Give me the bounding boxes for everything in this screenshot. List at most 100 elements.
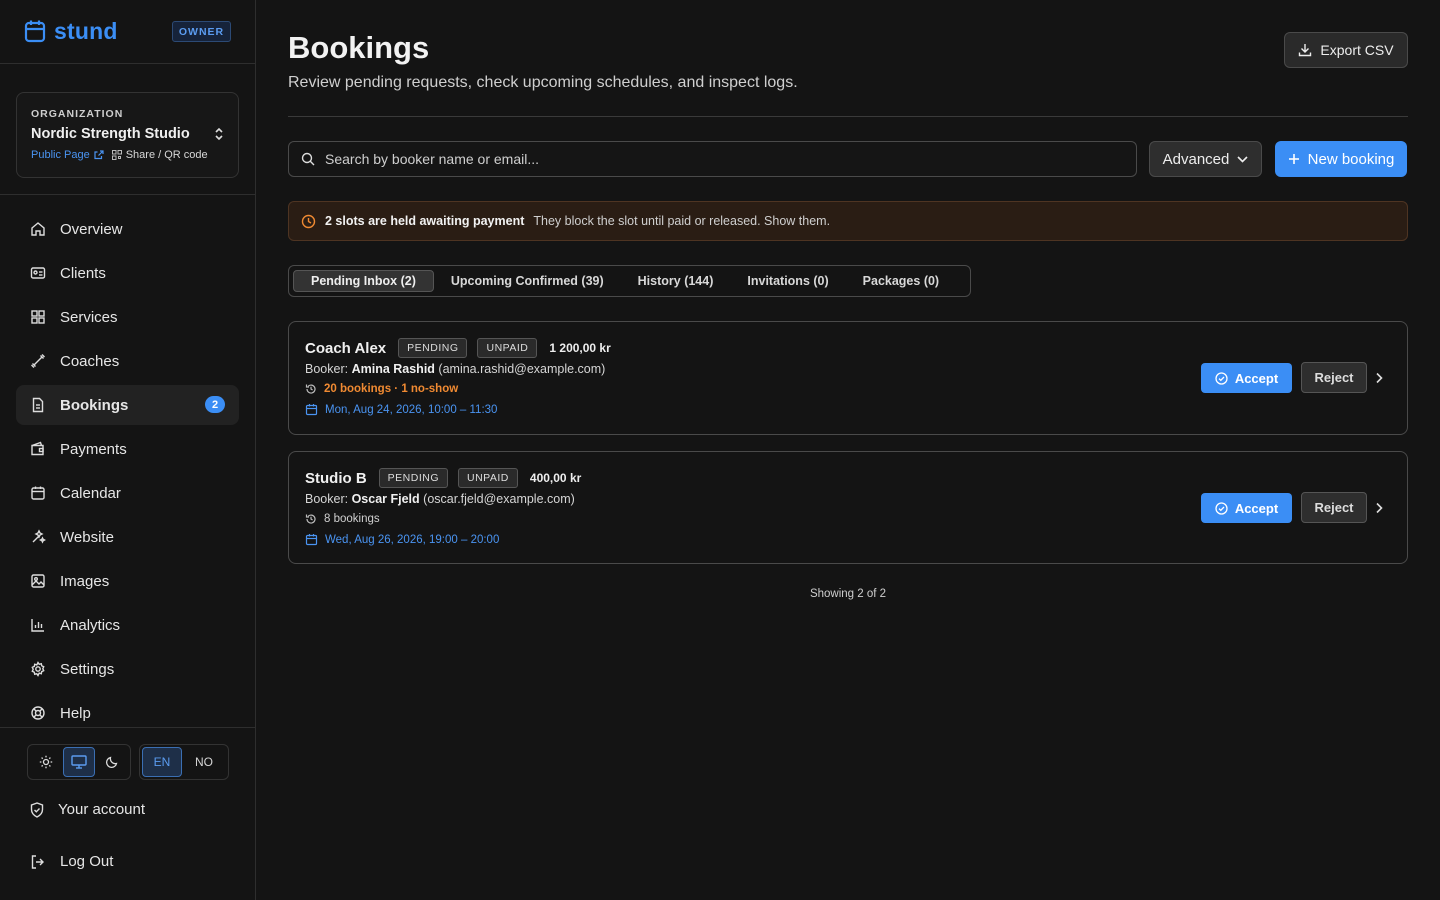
advanced-filter-button[interactable]: Advanced — [1149, 141, 1262, 177]
sidebar-item-bookings[interactable]: Bookings 2 — [16, 385, 239, 425]
booking-title: Studio B — [305, 469, 367, 487]
pagination-summary: Showing 2 of 2 — [809, 588, 887, 600]
sidebar-item-label: Calendar — [60, 484, 121, 502]
payment-hold-alert[interactable]: 2 slots are held awaiting payment They b… — [288, 201, 1408, 241]
tab-history[interactable]: History (144) — [621, 270, 731, 292]
booking-title: Coach Alex — [305, 339, 387, 357]
sparkles-icon — [30, 529, 46, 545]
download-icon — [1298, 43, 1312, 57]
grid-icon — [30, 309, 46, 325]
booker-line: Booker: Amina Rashid (amina.rashid@examp… — [305, 362, 605, 376]
sidebar-item-services[interactable]: Services — [16, 297, 239, 337]
clock-icon — [301, 214, 316, 229]
calendar-icon — [30, 485, 46, 501]
sidebar-item-label: Bookings — [60, 396, 129, 414]
divider — [0, 63, 255, 64]
organization-switcher[interactable]: ORGANIZATION Nordic Strength Studio Publ… — [16, 92, 239, 178]
sidebar-item-label: Payments — [60, 440, 127, 458]
tab-invitations[interactable]: Invitations (0) — [730, 270, 845, 292]
booker-email: (oscar.fjeld@example.com) — [423, 492, 575, 506]
document-icon — [30, 397, 46, 413]
chevron-up-down-icon[interactable] — [214, 127, 224, 141]
accept-button[interactable]: Accept — [1201, 493, 1292, 523]
sidebar-item-settings[interactable]: Settings — [16, 649, 239, 689]
alert-message: They block the slot until paid or releas… — [533, 214, 831, 228]
accept-label: Accept — [1234, 500, 1279, 516]
search-input[interactable] — [325, 151, 1105, 167]
booking-price: 1 200,00 kr — [549, 341, 611, 355]
booker-line: Booker: Oscar Fjeld (oscar.fjeld@example… — [305, 492, 575, 506]
chevron-right-icon[interactable] — [1375, 502, 1383, 514]
logout-icon — [30, 854, 46, 870]
booker-prefix: Booker: — [305, 362, 349, 376]
sidebar-nav: Overview Clients Services Coaches Bookin… — [16, 209, 239, 737]
calendar-icon — [305, 533, 318, 546]
new-booking-button[interactable]: New booking — [1275, 141, 1407, 177]
account-label: Your account — [58, 801, 146, 818]
plus-icon — [1288, 153, 1300, 165]
check-circle-icon — [1215, 371, 1228, 385]
advanced-label: Advanced — [1162, 150, 1230, 168]
sidebar-item-images[interactable]: Images — [16, 561, 239, 601]
sidebar-item-label: Settings — [60, 660, 115, 678]
home-icon — [30, 221, 46, 237]
search-field — [288, 141, 1137, 177]
calendar-logo-icon — [24, 19, 46, 43]
payment-badge: UNPAID — [477, 338, 538, 358]
sidebar-item-label: Overview — [60, 220, 123, 238]
brand-logo[interactable]: stund — [24, 16, 118, 46]
status-badge: PENDING — [378, 468, 448, 488]
booker-stats: 8 bookings — [305, 513, 380, 525]
history-icon — [305, 513, 317, 525]
logout-label: Log Out — [60, 853, 114, 870]
theme-switcher — [27, 744, 131, 780]
tab-pending-inbox[interactable]: Pending Inbox (2) — [293, 270, 434, 292]
reject-button[interactable]: Reject — [1301, 362, 1367, 393]
booking-card[interactable]: Studio B PENDING UNPAID 400,00 kr Booker… — [288, 451, 1408, 564]
booker-stats-text: 20 bookings · 1 no-show — [324, 383, 459, 395]
divider — [0, 194, 255, 195]
sidebar-item-payments[interactable]: Payments — [16, 429, 239, 469]
booking-price: 400,00 kr — [529, 471, 582, 485]
lifebuoy-icon — [30, 705, 46, 721]
sidebar-item-label: Coaches — [60, 352, 120, 370]
divider — [288, 116, 1408, 117]
theme-light-button[interactable] — [30, 747, 61, 777]
booking-tabs: Pending Inbox (2) Upcoming Confirmed (39… — [288, 265, 971, 297]
theme-dark-button[interactable] — [97, 747, 128, 777]
alert-title: 2 slots are held awaiting payment — [325, 214, 525, 228]
sidebar-item-clients[interactable]: Clients — [16, 253, 239, 293]
sidebar: stund OWNER ORGANIZATION Nordic Strength… — [0, 0, 256, 900]
export-csv-button[interactable]: Export CSV — [1284, 32, 1408, 68]
sidebar-item-calendar[interactable]: Calendar — [16, 473, 239, 513]
language-en-button[interactable]: EN — [142, 747, 182, 777]
brand-name: stund — [54, 17, 118, 44]
status-badge: PENDING — [398, 338, 468, 358]
booking-datetime: Mon, Aug 24, 2026, 10:00 – 11:30 — [305, 403, 497, 416]
sun-icon — [39, 755, 53, 769]
sidebar-item-coaches[interactable]: Coaches — [16, 341, 239, 381]
sidebar-item-analytics[interactable]: Analytics — [16, 605, 239, 645]
reject-button[interactable]: Reject — [1301, 492, 1367, 523]
logout-button[interactable]: Log Out — [30, 853, 113, 870]
gear-icon — [30, 661, 46, 677]
your-account-link[interactable]: Your account — [30, 801, 145, 818]
accept-button[interactable]: Accept — [1201, 363, 1292, 393]
tab-packages[interactable]: Packages (0) — [846, 270, 956, 292]
sidebar-item-overview[interactable]: Overview — [16, 209, 239, 249]
bar-chart-icon — [30, 617, 46, 633]
sidebar-item-label: Clients — [60, 264, 106, 282]
public-page-link[interactable]: Public Page — [31, 149, 104, 161]
language-switcher: EN NO — [139, 744, 229, 780]
sidebar-item-website[interactable]: Website — [16, 517, 239, 557]
calendar-icon — [305, 403, 318, 416]
theme-system-button[interactable] — [63, 747, 95, 777]
share-qr-link[interactable]: Share / QR code — [111, 149, 208, 161]
booking-card[interactable]: Coach Alex PENDING UNPAID 1 200,00 kr Bo… — [288, 321, 1408, 435]
language-no-button[interactable]: NO — [184, 747, 224, 777]
id-card-icon — [30, 265, 46, 281]
org-name: Nordic Strength Studio — [31, 126, 190, 142]
tab-upcoming-confirmed[interactable]: Upcoming Confirmed (39) — [434, 270, 621, 292]
chevron-right-icon[interactable] — [1375, 372, 1383, 384]
public-page-label: Public Page — [31, 149, 90, 161]
